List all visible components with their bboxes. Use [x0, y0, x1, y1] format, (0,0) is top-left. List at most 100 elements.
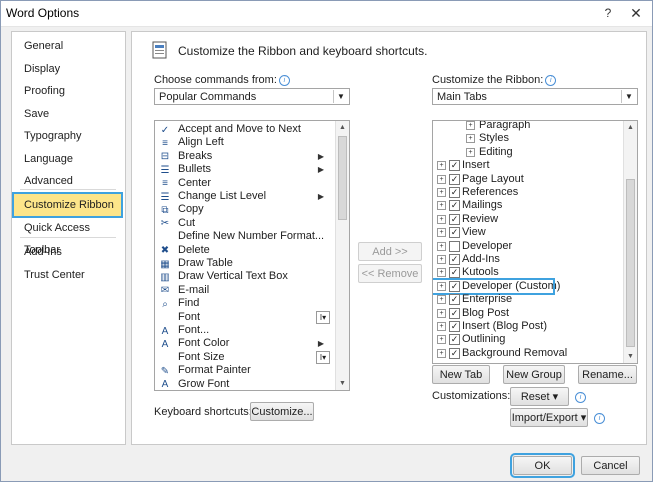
- command-item[interactable]: ⊟ Breaks ▶: [155, 150, 336, 163]
- tab-checkbox[interactable]: ✓: [449, 227, 460, 239]
- expand-icon[interactable]: +: [466, 121, 475, 130]
- command-item[interactable]: Font I▾: [155, 310, 336, 324]
- import-export-button[interactable]: Import/Export ▾: [510, 408, 588, 427]
- tab-checkbox[interactable]: ✓: [449, 321, 460, 332]
- command-item[interactable]: ≡ Align Left: [155, 136, 336, 149]
- nav-item-quick-access-toolbar[interactable]: Quick Access Toolbar: [14, 217, 121, 256]
- new-group-button[interactable]: New Group: [503, 365, 565, 384]
- customize-ribbon-select[interactable]: Main Tabs ▼: [432, 88, 638, 105]
- tab-checkbox[interactable]: ✓: [449, 294, 460, 306]
- command-item[interactable]: A Font...: [155, 324, 336, 337]
- nav-item-general[interactable]: General: [14, 35, 121, 57]
- add-button[interactable]: Add >>: [358, 242, 422, 261]
- command-item[interactable]: ✉ E-mail: [155, 284, 336, 297]
- new-tab-button[interactable]: New Tab: [432, 365, 490, 384]
- expand-icon[interactable]: +: [437, 308, 446, 318]
- ribbon-tab-item[interactable]: + ✓ Developer (Custom): [433, 277, 623, 295]
- expand-icon[interactable]: +: [437, 241, 446, 251]
- ribbon-tab-item[interactable]: + ✓ Add-Ins: [433, 253, 623, 266]
- ribbon-tab-item[interactable]: + ✓ Background Removal: [433, 347, 623, 360]
- commands-list[interactable]: ✓ Accept and Move to Next ≡ Align Left ⊟ Brea…: [154, 120, 350, 391]
- commands-scrollbar[interactable]: ▲ ▼: [335, 121, 349, 390]
- ribbon-tabs-tree[interactable]: + Paragraph + Styles + Editing + ✓ Insert + ✓ Page …: [432, 120, 638, 364]
- expand-icon[interactable]: +: [466, 147, 475, 157]
- command-item[interactable]: Define New Number Format...: [155, 230, 336, 243]
- ok-button[interactable]: OK: [510, 453, 575, 478]
- tab-checkbox[interactable]: ✓: [449, 173, 460, 185]
- command-item[interactable]: Font Size I▾: [155, 350, 336, 364]
- nav-item-language[interactable]: Language: [14, 148, 121, 170]
- ribbon-tab-item[interactable]: + Editing: [433, 146, 623, 159]
- command-item[interactable]: A Font Color ▶: [155, 337, 336, 350]
- tab-checkbox[interactable]: ✓: [449, 160, 460, 172]
- tab-checkbox[interactable]: ✓: [449, 187, 460, 198]
- expand-icon[interactable]: +: [437, 214, 446, 224]
- scroll-thumb[interactable]: [626, 179, 635, 347]
- expand-icon[interactable]: +: [437, 295, 446, 305]
- command-item[interactable]: ▦ Draw Table: [155, 257, 336, 270]
- nav-item-trust-center[interactable]: Trust Center: [14, 264, 121, 286]
- remove-button[interactable]: << Remove: [358, 264, 422, 283]
- expand-icon[interactable]: +: [437, 188, 446, 197]
- command-item[interactable]: ✖ Delete: [155, 244, 336, 257]
- command-item[interactable]: ✓ Accept and Move to Next: [155, 123, 336, 136]
- close-icon[interactable]: ✕: [626, 4, 646, 22]
- expand-icon[interactable]: +: [437, 201, 446, 211]
- ribbon-tab-item[interactable]: + ✓ Insert: [433, 159, 623, 172]
- expand-icon[interactable]: +: [437, 268, 446, 278]
- nav-item-typography[interactable]: Typography: [14, 125, 121, 147]
- scroll-down-icon[interactable]: ▼: [624, 350, 637, 363]
- nav-item-proofing[interactable]: Proofing: [14, 80, 121, 102]
- chevron-down-icon[interactable]: ▼: [621, 90, 636, 103]
- ribbon-tab-item[interactable]: + ✓ References: [433, 186, 623, 199]
- ribbon-tab-item[interactable]: + ✓ Outlining: [433, 333, 623, 346]
- expand-icon[interactable]: +: [437, 322, 446, 331]
- ribbon-tab-item[interactable]: + ✓ Enterprise: [433, 293, 623, 306]
- command-item[interactable]: ✎ Format Painter: [155, 364, 336, 377]
- choose-commands-select[interactable]: Popular Commands ▼: [154, 88, 350, 105]
- ribbon-tab-item[interactable]: + Developer: [433, 240, 623, 253]
- command-item[interactable]: A Grow Font: [155, 378, 336, 390]
- tab-checkbox[interactable]: ✓: [449, 334, 460, 346]
- expand-icon[interactable]: +: [437, 348, 446, 358]
- cancel-button[interactable]: Cancel: [581, 456, 640, 475]
- ribbon-tab-item[interactable]: + Paragraph: [433, 121, 623, 132]
- expand-icon[interactable]: +: [437, 335, 446, 345]
- tab-checkbox[interactable]: [449, 240, 460, 252]
- help-icon[interactable]: ?: [598, 4, 618, 22]
- rename-button[interactable]: Rename...: [578, 365, 637, 384]
- expand-icon[interactable]: +: [437, 228, 446, 238]
- command-item[interactable]: ☰ Change List Level ▶: [155, 190, 336, 203]
- nav-item-customize-ribbon[interactable]: Customize Ribbon: [12, 192, 123, 218]
- expand-icon[interactable]: +: [437, 255, 446, 264]
- command-item[interactable]: ⧉ Copy: [155, 203, 336, 216]
- command-item[interactable]: ▥ Draw Vertical Text Box: [155, 270, 336, 283]
- tab-checkbox[interactable]: ✓: [449, 200, 460, 212]
- scroll-up-icon[interactable]: ▲: [336, 121, 349, 134]
- expand-icon[interactable]: +: [437, 161, 446, 171]
- scroll-down-icon[interactable]: ▼: [336, 377, 349, 390]
- scroll-up-icon[interactable]: ▲: [624, 121, 637, 134]
- nav-item-display[interactable]: Display: [14, 58, 121, 80]
- tab-checkbox[interactable]: ✓: [449, 213, 460, 225]
- nav-item-save[interactable]: Save: [14, 103, 121, 125]
- expand-icon[interactable]: +: [466, 134, 475, 144]
- ribbon-tabs-scrollbar[interactable]: ▲ ▼: [623, 121, 637, 363]
- tab-checkbox[interactable]: ✓: [449, 307, 460, 319]
- command-item[interactable]: ≡ Center: [155, 177, 336, 190]
- command-item[interactable]: ☰ Bullets ▶: [155, 163, 336, 176]
- chevron-down-icon[interactable]: ▼: [333, 90, 348, 103]
- ribbon-tab-item[interactable]: + ✓ Blog Post: [433, 307, 623, 320]
- ribbon-tab-item[interactable]: + ✓ View: [433, 226, 623, 239]
- nav-item-add-ins[interactable]: Add-Ins: [14, 241, 121, 263]
- command-item[interactable]: ✂ Cut: [155, 217, 336, 230]
- reset-button[interactable]: Reset ▾: [510, 387, 569, 406]
- ribbon-tab-item[interactable]: + ✓ Mailings: [433, 199, 623, 212]
- tab-checkbox[interactable]: ✓: [449, 254, 460, 265]
- expand-icon[interactable]: +: [437, 174, 446, 184]
- ribbon-tab-item[interactable]: + ✓ Page Layout: [433, 173, 623, 186]
- ribbon-tab-item[interactable]: + Styles: [433, 132, 623, 145]
- command-item[interactable]: ⌕ Find: [155, 297, 336, 310]
- ribbon-tab-item[interactable]: + ✓ Review: [433, 213, 623, 226]
- tab-checkbox[interactable]: ✓: [449, 347, 460, 359]
